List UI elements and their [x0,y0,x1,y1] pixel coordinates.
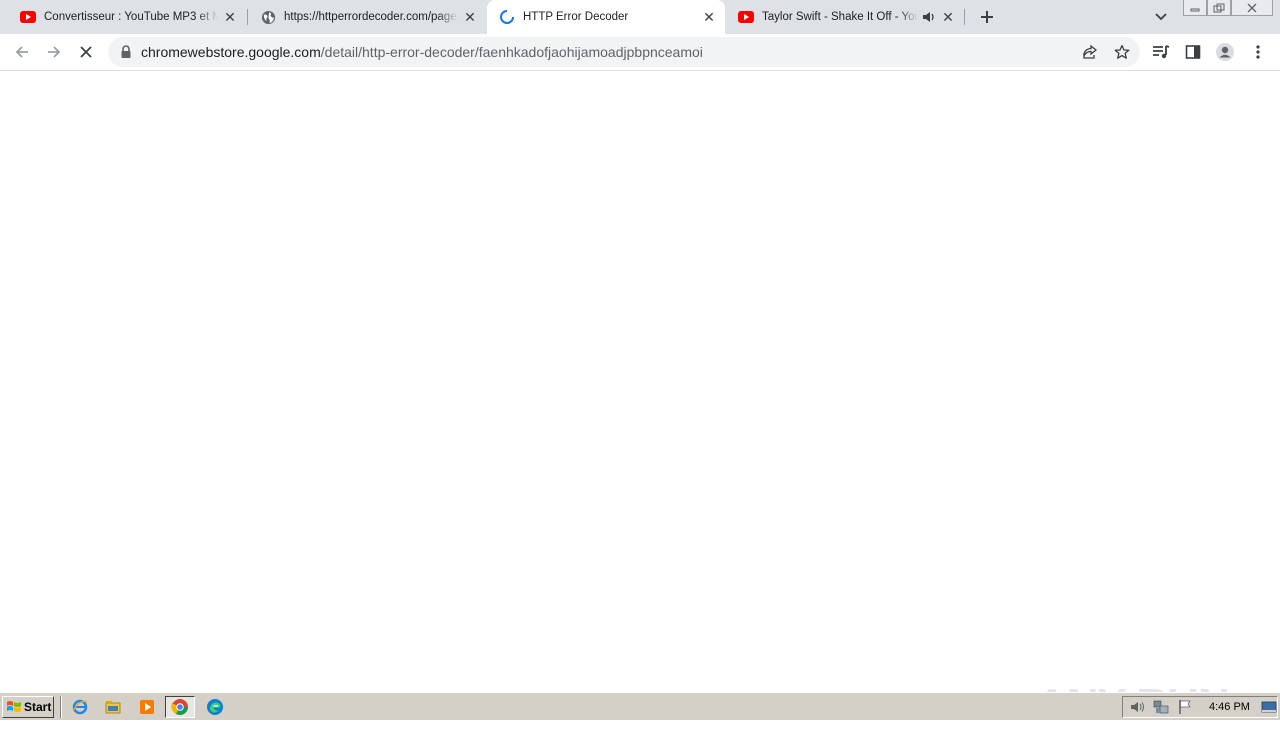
youtube-icon [20,9,36,25]
globe-icon [260,9,276,25]
network-icon[interactable] [1153,699,1169,715]
tab-httperrordecoder-page[interactable]: https://httperrordecoder.com/page/ ✕ [248,0,486,34]
plus-icon [981,11,993,23]
loading-spinner-icon [499,9,515,25]
back-button[interactable] [8,38,36,66]
close-window-button[interactable] [1231,0,1273,16]
tab-title: Taylor Swift - Shake It Off - YouTube [762,11,918,23]
show-desktop-icon[interactable] [1261,699,1277,715]
music-queue-icon [1153,45,1170,59]
system-tray: 4:46 PM [1122,696,1278,718]
tab-http-error-decoder[interactable]: HTTP Error Decoder ✕ [487,0,725,34]
start-button[interactable]: Start [2,696,54,718]
side-panel-icon [1185,45,1201,59]
volume-icon[interactable] [1129,699,1145,715]
minimize-icon [1190,8,1200,11]
profile-button[interactable] [1211,38,1239,66]
url-path: /detail/http-error-decoder/faenhkadofjao… [320,44,703,60]
page-content: ANY RUN [0,72,1280,729]
browser-toolbar: chromewebstore.google.com/detail/http-er… [0,34,1280,71]
chrome-taskbar-button[interactable] [165,696,195,718]
speaker-icon[interactable] [922,10,936,24]
restore-icon [1213,3,1225,12]
media-player-icon[interactable] [137,697,157,717]
tab-youtube-converter[interactable]: Convertisseur : YouTube MP3 et MP4 ✕ [8,0,246,34]
windows-logo-icon [7,701,21,712]
close-icon[interactable]: ✕ [462,9,478,25]
tab-title: Convertisseur : YouTube MP3 et MP4 [44,11,218,23]
arrow-right-icon [48,46,61,58]
file-explorer-icon[interactable] [103,697,123,717]
close-icon[interactable]: ✕ [701,9,717,25]
side-panel-button[interactable] [1179,38,1207,66]
tab-search-button[interactable] [1150,6,1172,28]
internet-explorer-icon[interactable] [70,697,90,717]
clock[interactable]: 4:46 PM [1209,701,1250,713]
close-icon[interactable]: ✕ [940,9,956,25]
bookmark-button[interactable] [1112,42,1132,62]
share-icon [1083,44,1098,59]
close-icon [1247,3,1257,12]
tab-title: https://httperrordecoder.com/page/ [284,11,458,23]
taskbar-separator [60,696,62,718]
tab-taylor-swift[interactable]: Taylor Swift - Shake It Off - YouTube ✕ [726,0,964,34]
windows-taskbar: Start 4:46 PM [0,692,1280,720]
minimize-button[interactable] [1183,0,1207,16]
chevron-down-icon [1155,13,1167,21]
media-controls-button[interactable] [1147,38,1175,66]
tab-title: HTTP Error Decoder [523,11,629,23]
star-icon [1114,44,1130,59]
share-button[interactable] [1080,42,1100,62]
chrome-icon [171,699,188,715]
kebab-menu-icon [1256,45,1260,59]
new-tab-button[interactable] [975,5,999,29]
tab-separator [964,9,965,25]
address-bar[interactable]: chromewebstore.google.com/detail/http-er… [108,37,1140,67]
tab-strip: Convertisseur : YouTube MP3 et MP4 ✕ htt… [0,0,1280,34]
window-controls [1183,0,1273,18]
forward-button[interactable] [40,38,68,66]
action-center-flag-icon[interactable] [1177,699,1193,715]
avatar-icon [1216,43,1234,61]
edge-icon[interactable] [205,697,225,717]
lock-icon [121,45,131,58]
restore-button[interactable] [1207,0,1231,16]
close-icon[interactable]: ✕ [222,9,238,25]
menu-button[interactable] [1244,38,1272,66]
start-label: Start [24,700,52,714]
url-host: chromewebstore.google.com [141,44,321,60]
arrow-left-icon [15,46,28,58]
youtube-icon [738,9,754,25]
stop-loading-button[interactable] [72,38,100,66]
url-text[interactable]: chromewebstore.google.com/detail/http-er… [141,44,703,60]
close-icon [80,46,92,58]
